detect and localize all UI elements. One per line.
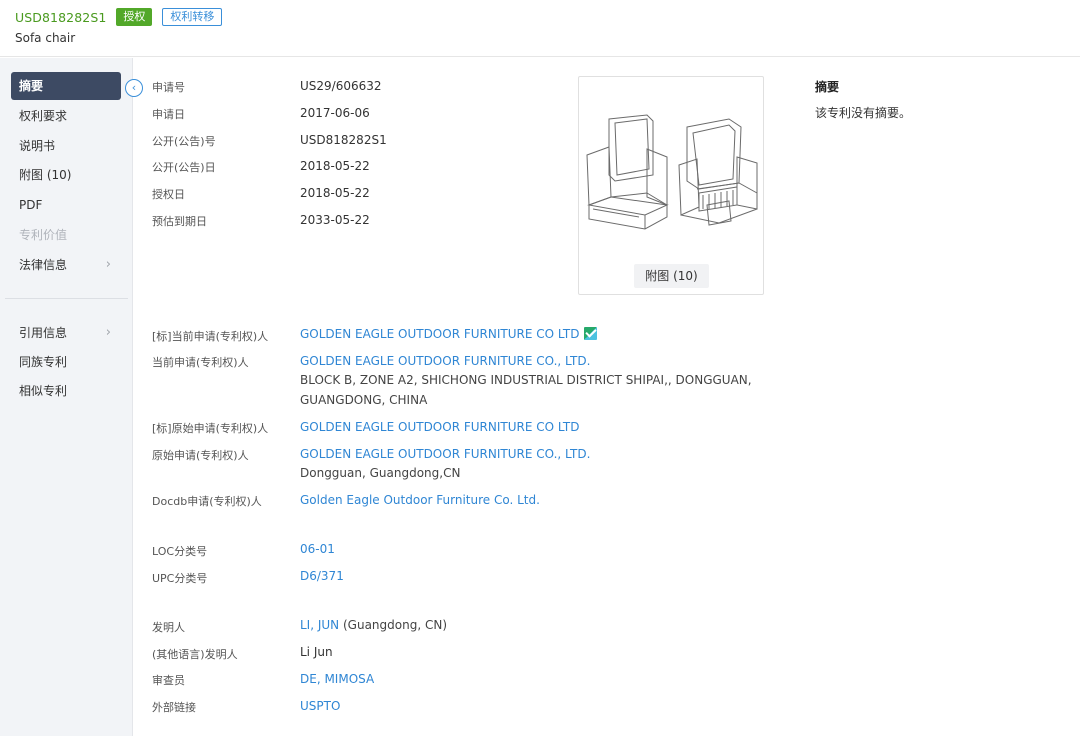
- std-original-assignee-value[interactable]: GOLDEN EAGLE OUTDOOR FURNITURE CO LTD: [300, 418, 579, 437]
- collapse-sidebar-button[interactable]: ‹: [125, 79, 143, 97]
- publication-date-value: 2018-05-22: [300, 159, 370, 173]
- examiner-value[interactable]: DE, MIMOSA: [300, 670, 374, 689]
- verified-check-icon: [584, 327, 598, 340]
- sidebar-item-abstract[interactable]: 摘要: [11, 72, 121, 100]
- sidebar-item-label: 说明书: [19, 139, 56, 153]
- sidebar-item-legal-info[interactable]: 法律信息 ›: [11, 251, 121, 279]
- docdb-assignee-label: Docdb申请(专利权)人: [152, 495, 262, 508]
- examiner-label: 审查员: [152, 674, 185, 687]
- sidebar-item-label: 相似专利: [19, 384, 68, 398]
- abstract-heading: 摘要: [815, 80, 840, 94]
- grant-date-value: 2018-05-22: [300, 186, 370, 200]
- drawings-button[interactable]: 附图 (10): [634, 264, 709, 288]
- sidebar-item-label: 法律信息: [19, 258, 68, 272]
- grant-date-label: 授权日: [152, 188, 185, 201]
- sidebar-item-citations[interactable]: 引用信息 ›: [11, 319, 121, 347]
- std-current-assignee-value[interactable]: GOLDEN EAGLE OUTDOOR FURNITURE CO LTD: [300, 325, 598, 344]
- external-link-label: 外部链接: [152, 701, 196, 714]
- chevron-right-icon: ›: [105, 257, 111, 272]
- current-assignee-address-line1: BLOCK B, ZONE A2, SHICHONG INDUSTRIAL DI…: [300, 373, 752, 387]
- drawing-preview[interactable]: 附图 (10): [578, 76, 764, 295]
- status-badge: 授权: [116, 8, 153, 26]
- current-assignee-value[interactable]: GOLDEN EAGLE OUTDOOR FURNITURE CO., LTD.: [300, 352, 590, 371]
- upc-class-label: UPC分类号: [152, 572, 208, 585]
- std-original-assignee-label: [标]原始申请(专利权)人: [152, 422, 269, 435]
- patent-header: USD818282S1 授权 权利转移 Sofa chair: [0, 0, 1080, 57]
- sidebar-item-label: 引用信息: [19, 326, 68, 340]
- application-no-value: US29/606632: [300, 79, 382, 93]
- application-date-value: 2017-06-06: [300, 106, 370, 120]
- current-assignee-address-line2: GUANGDONG, CHINA: [300, 393, 428, 407]
- sidebar: 摘要 权利要求 说明书 附图 (10) PDF 专利价值 法律信息 › 引用信息 ›…: [0, 58, 133, 736]
- expiry-date-value: 2033-05-22: [300, 213, 370, 227]
- expiry-date-label: 预估到期日: [152, 215, 207, 228]
- transfer-badge[interactable]: 权利转移: [162, 8, 223, 26]
- publication-no-label: 公开(公告)号: [152, 135, 216, 148]
- inventor-value: LI, JUN (Guangdong, CN): [300, 616, 447, 635]
- chevron-right-icon: ›: [105, 325, 111, 340]
- patent-title: Sofa chair: [15, 31, 76, 45]
- sidebar-item-similar[interactable]: 相似专利: [11, 377, 121, 405]
- publication-no-value: USD818282S1: [300, 133, 387, 147]
- patent-number-row: USD818282S1 授权 权利转移: [15, 8, 223, 26]
- application-no-label: 申请号: [152, 81, 185, 94]
- sidebar-item-drawings[interactable]: 附图 (10): [11, 161, 121, 189]
- current-assignee-label: 当前申请(专利权)人: [152, 356, 249, 369]
- patent-number: USD818282S1: [15, 9, 107, 25]
- original-assignee-label: 原始申请(专利权)人: [152, 449, 249, 462]
- sidebar-item-label: 附图 (10): [19, 168, 72, 182]
- original-assignee-value[interactable]: GOLDEN EAGLE OUTDOOR FURNITURE CO., LTD.: [300, 445, 590, 464]
- inventor-label: 发明人: [152, 621, 185, 634]
- sidebar-item-description[interactable]: 说明书: [11, 132, 121, 160]
- application-date-label: 申请日: [152, 108, 185, 121]
- std-current-assignee-text: GOLDEN EAGLE OUTDOOR FURNITURE CO LTD: [300, 327, 580, 341]
- loc-class-label: LOC分类号: [152, 545, 208, 558]
- external-link-uspto[interactable]: USPTO: [300, 697, 340, 716]
- inventor-link[interactable]: LI, JUN: [300, 618, 339, 632]
- sofa-chair-drawing-icon: [586, 114, 758, 230]
- chevron-left-icon: ‹: [131, 81, 137, 94]
- publication-date-label: 公开(公告)日: [152, 161, 216, 174]
- docdb-assignee-value[interactable]: Golden Eagle Outdoor Furniture Co. Ltd.: [300, 491, 540, 510]
- sidebar-item-label: PDF: [19, 198, 43, 212]
- upc-class-value[interactable]: D6/371: [300, 567, 344, 586]
- loc-class-value[interactable]: 06-01: [300, 540, 335, 559]
- inventor-other-label: (其他语言)发明人: [152, 648, 238, 661]
- sidebar-item-label: 权利要求: [19, 109, 68, 123]
- sidebar-item-pdf[interactable]: PDF: [11, 191, 121, 219]
- sidebar-item-patent-value: 专利价值: [11, 221, 121, 249]
- sidebar-item-family[interactable]: 同族专利: [11, 348, 121, 376]
- sidebar-item-label: 同族专利: [19, 355, 68, 369]
- inventor-other-value: Li Jun: [300, 645, 333, 659]
- inventor-location: (Guangdong, CN): [342, 618, 447, 632]
- sidebar-item-claims[interactable]: 权利要求: [11, 102, 121, 130]
- original-assignee-address: Dongguan, Guangdong,CN: [300, 466, 461, 480]
- std-current-assignee-label: [标]当前申请(专利权)人: [152, 330, 269, 343]
- sidebar-divider: [5, 298, 128, 299]
- sidebar-item-label: 专利价值: [19, 228, 68, 242]
- sidebar-item-label: 摘要: [19, 79, 44, 93]
- abstract-text: 该专利没有摘要。: [815, 106, 912, 120]
